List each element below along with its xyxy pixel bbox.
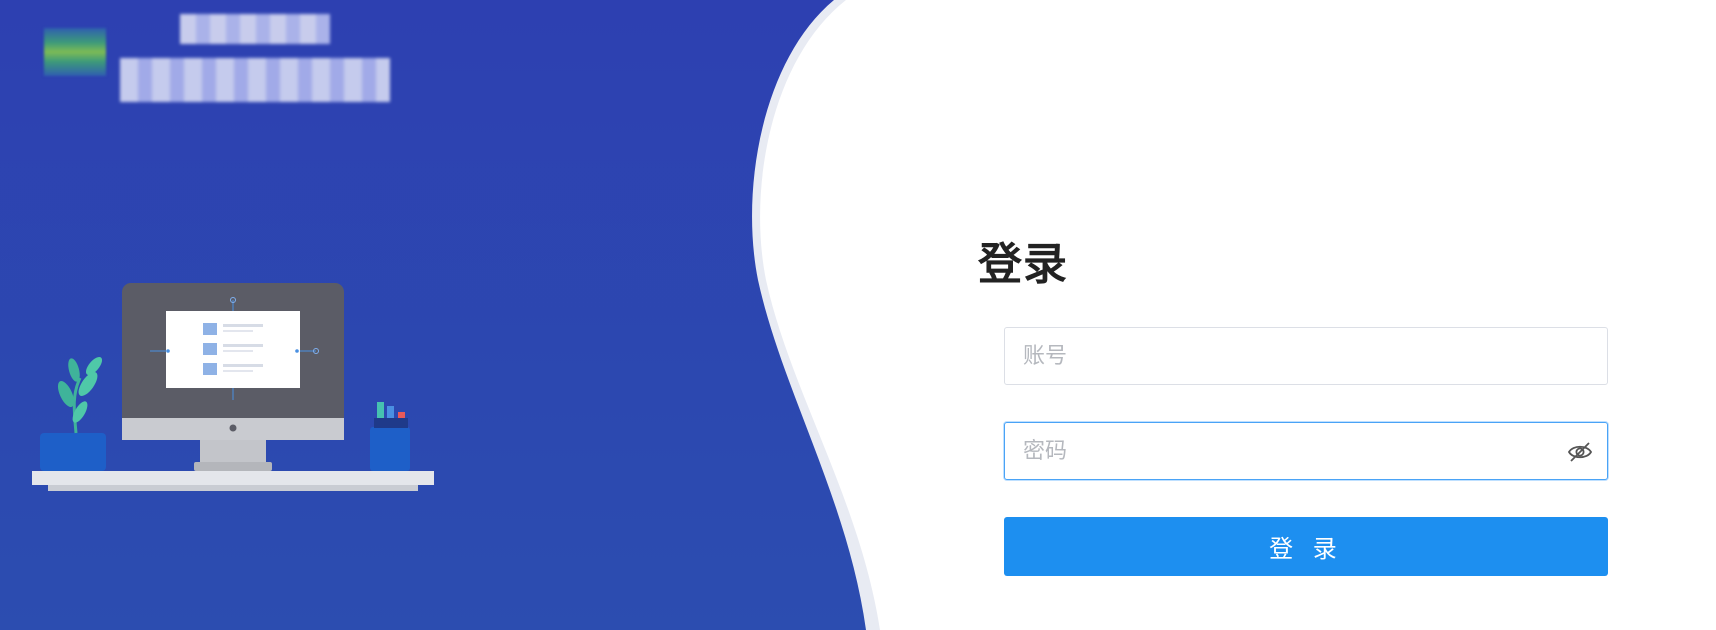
app-logo-icon xyxy=(44,28,106,76)
password-input[interactable] xyxy=(1005,423,1607,479)
password-field[interactable] xyxy=(1004,422,1608,480)
desk-top xyxy=(32,471,434,485)
username-field[interactable] xyxy=(1004,327,1608,385)
username-input[interactable] xyxy=(1005,328,1607,384)
eye-slash-icon[interactable] xyxy=(1567,440,1593,464)
login-button[interactable]: 登 录 xyxy=(1004,517,1608,576)
desk-edge xyxy=(48,485,418,491)
brand-subtitle xyxy=(120,58,390,102)
login-title: 登录 xyxy=(978,239,1068,290)
login-page: 登录 登 录 xyxy=(0,0,1716,630)
brand-title xyxy=(180,14,330,44)
